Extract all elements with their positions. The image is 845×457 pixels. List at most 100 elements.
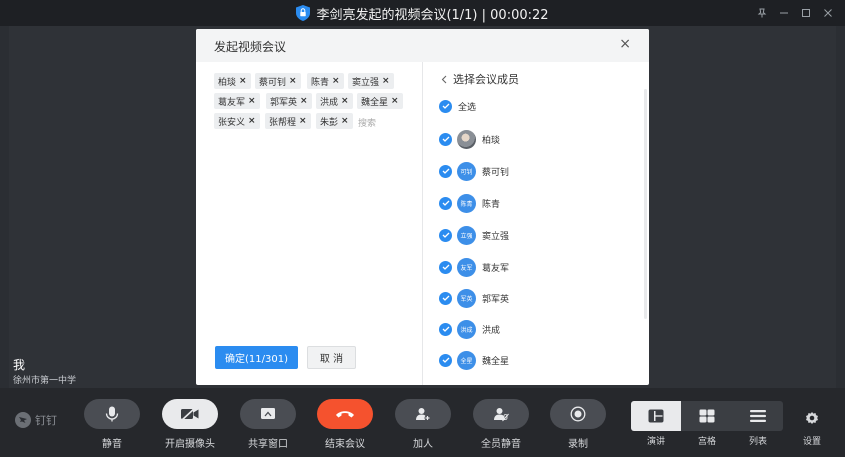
members-header[interactable]: 选择会议成员	[441, 71, 519, 87]
title-bar: 李剑亮发起的视频会议(1/1) | 00:00:22	[0, 0, 845, 26]
mute-button[interactable]	[84, 399, 140, 429]
mute-all-icon	[494, 408, 509, 422]
share-window-button[interactable]	[240, 399, 296, 429]
close-icon: ×	[619, 36, 631, 52]
mute-all-button[interactable]	[473, 399, 529, 429]
member-row[interactable]: 洪成 洪成	[439, 318, 500, 340]
selected-tag[interactable]: 柏琰 ×	[214, 73, 251, 89]
remove-tag-icon[interactable]: ×	[332, 76, 340, 86]
member-name: 陈青	[482, 199, 501, 210]
confirm-button[interactable]: 确定(11/301)	[215, 346, 298, 369]
select-all-row[interactable]: 全选	[439, 95, 476, 117]
close-icon	[824, 9, 832, 17]
checkbox-checked-icon[interactable]	[439, 353, 452, 367]
member-row[interactable]: 全星 魏全星	[439, 349, 509, 371]
maximize-button[interactable]	[795, 2, 817, 24]
member-row[interactable]: 柏琰	[439, 128, 500, 150]
avatar	[457, 129, 476, 149]
grid-layout-icon	[699, 409, 715, 423]
layout-grid-label: 宫格	[697, 437, 716, 447]
member-list-scrollbar[interactable]	[644, 89, 647, 319]
mute-label: 静音	[102, 439, 122, 450]
remove-tag-icon[interactable]: ×	[248, 116, 256, 126]
member-search-input[interactable]: 搜索	[358, 116, 376, 129]
close-window-button[interactable]	[817, 2, 839, 24]
member-name: 葛友军	[482, 263, 510, 274]
settings-label: 设置	[802, 437, 821, 447]
dialog-divider	[422, 62, 423, 385]
layout-list-button[interactable]	[733, 401, 783, 431]
checkbox-checked-icon[interactable]	[439, 291, 452, 305]
start-meeting-dialog: 发起视频会议 × 柏琰 × 蔡可钊 × 陈青 × 窦立强 × 葛友军 × 郭军英 × 洪成 ×…	[196, 29, 649, 385]
selected-tag[interactable]: 魏全星 ×	[357, 93, 403, 109]
add-label: 加人	[413, 439, 433, 450]
title-wrap: 李剑亮发起的视频会议(1/1) | 00:00:22	[0, 0, 845, 26]
member-row[interactable]: 陈青 陈青	[439, 192, 500, 214]
member-name: 窦立强	[482, 231, 510, 242]
mute-all-label: 全员静音	[481, 439, 521, 450]
checkbox-checked-icon[interactable]	[439, 322, 452, 336]
selected-tag[interactable]: 郭军英 ×	[266, 93, 312, 109]
window-controls	[751, 0, 839, 26]
member-name: 洪成	[482, 325, 501, 336]
selected-tag[interactable]: 张安义 ×	[214, 113, 260, 129]
record-button[interactable]	[550, 399, 606, 429]
minimize-button[interactable]	[773, 2, 795, 24]
member-row[interactable]: 可钊 蔡可钊	[439, 160, 509, 182]
remove-tag-icon[interactable]: ×	[299, 116, 307, 126]
layout-grid-button[interactable]	[682, 401, 732, 431]
selected-tag[interactable]: 葛友军 ×	[214, 93, 260, 109]
checkbox-checked-icon[interactable]	[439, 196, 452, 210]
layout-switcher	[631, 401, 783, 431]
member-row[interactable]: 军英 郭军英	[439, 287, 509, 309]
maximize-icon	[802, 9, 810, 17]
cancel-button[interactable]: 取 消	[307, 346, 356, 369]
selected-tag[interactable]: 窦立强 ×	[348, 73, 394, 89]
member-name: 魏全星	[482, 356, 510, 367]
list-layout-icon	[750, 410, 766, 422]
selected-tag[interactable]: 朱彭 ×	[316, 113, 353, 129]
add-participant-button[interactable]	[395, 399, 451, 429]
remove-tag-icon[interactable]: ×	[239, 76, 247, 86]
camera-button[interactable]	[162, 399, 218, 429]
end-meeting-button[interactable]	[317, 399, 373, 429]
remove-tag-icon[interactable]: ×	[289, 76, 297, 86]
meeting-toolbar: 钉钉 静音 开启摄像头 共享窗口 结束会议 加人 全员静音 录制 演讲 宫格 列…	[0, 388, 845, 457]
member-name: 柏琰	[482, 135, 501, 146]
brand-logo: 钉钉	[14, 411, 57, 429]
remove-tag-icon[interactable]: ×	[382, 76, 390, 86]
checkbox-checked-icon[interactable]	[439, 260, 452, 274]
member-row[interactable]: 立强 窦立强	[439, 224, 509, 246]
remove-tag-icon[interactable]: ×	[391, 96, 399, 106]
member-row[interactable]: 友军 葛友军	[439, 256, 509, 278]
selected-tag[interactable]: 陈青 ×	[307, 73, 344, 89]
members-title: 选择会议成员	[453, 73, 519, 86]
member-name: 蔡可钊	[482, 167, 510, 178]
pin-button[interactable]	[751, 2, 773, 24]
checkbox-checked-icon[interactable]	[439, 99, 452, 113]
speaker-layout-icon	[648, 409, 664, 423]
checkbox-checked-icon[interactable]	[439, 164, 452, 178]
dialog-close-button[interactable]: ×	[619, 36, 631, 52]
window-title: 李剑亮发起的视频会议(1/1) | 00:00:22	[316, 7, 549, 23]
self-name: 我	[13, 358, 26, 372]
microphone-icon	[105, 406, 119, 422]
settings-button[interactable]	[801, 407, 823, 429]
record-label: 录制	[568, 439, 588, 450]
remove-tag-icon[interactable]: ×	[300, 96, 308, 106]
selected-tag[interactable]: 蔡可钊 ×	[255, 73, 301, 89]
remove-tag-icon[interactable]: ×	[341, 116, 349, 126]
chevron-left-icon	[441, 75, 447, 83]
dingtalk-logo-icon	[15, 412, 31, 428]
select-all-label: 全选	[458, 102, 477, 113]
selected-tag[interactable]: 张帮程 ×	[265, 113, 311, 129]
checkbox-checked-icon[interactable]	[439, 228, 452, 242]
checkbox-checked-icon[interactable]	[439, 132, 452, 146]
layout-speaker-button[interactable]	[631, 401, 681, 431]
brand-name: 钉钉	[35, 414, 57, 427]
dialog-header: 发起视频会议 ×	[196, 29, 649, 62]
remove-tag-icon[interactable]: ×	[341, 96, 349, 106]
selected-tag[interactable]: 洪成 ×	[316, 93, 353, 109]
layout-speaker-label: 演讲	[646, 437, 665, 447]
remove-tag-icon[interactable]: ×	[248, 96, 256, 106]
